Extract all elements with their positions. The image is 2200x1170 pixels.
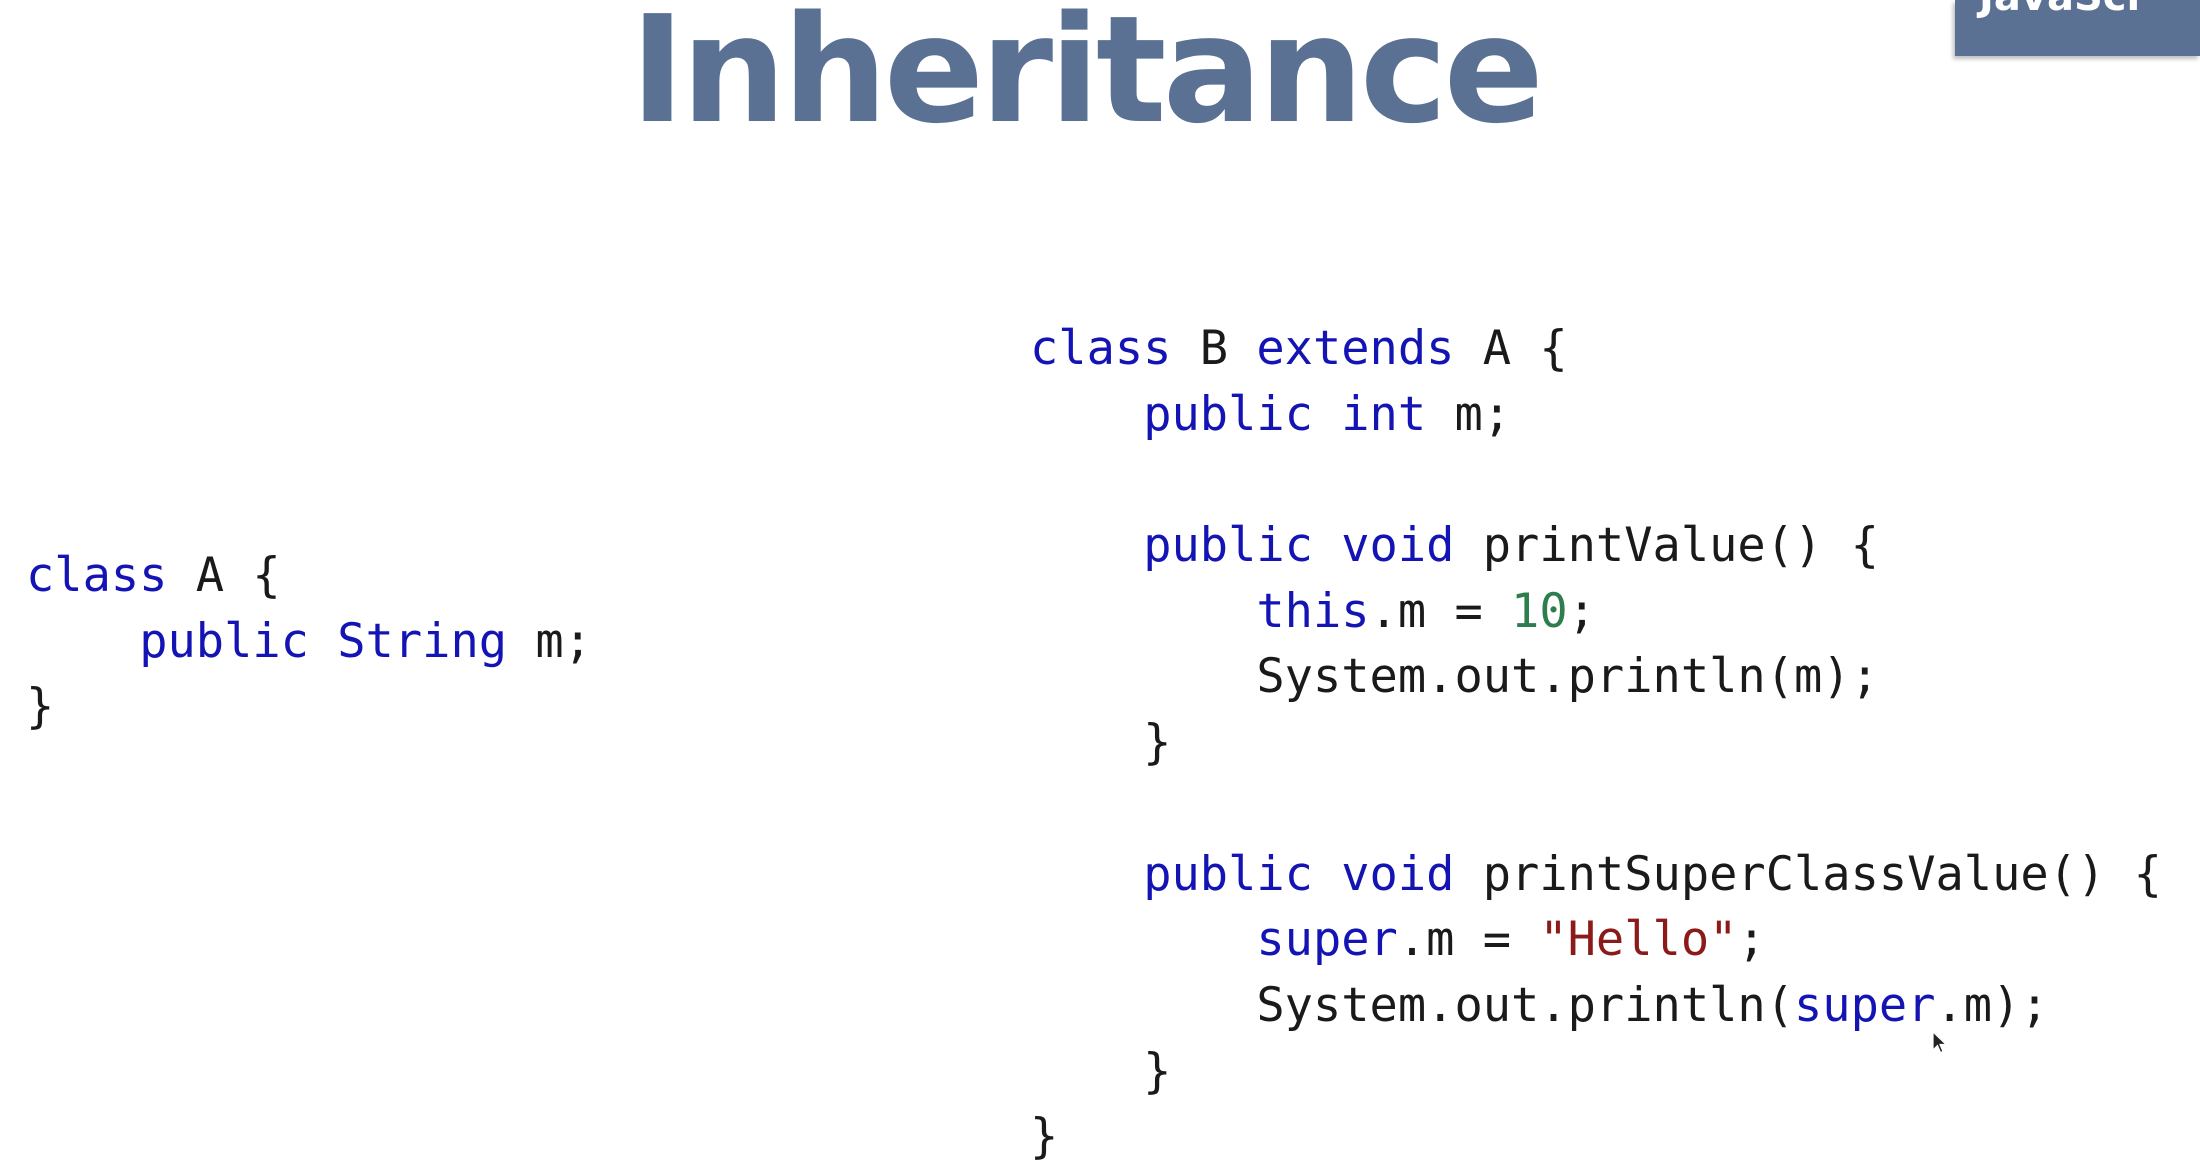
code-token: System.out.println( <box>1030 977 1795 1033</box>
code-token: m; <box>1426 386 1512 442</box>
code-keyword: super <box>1256 912 1398 968</box>
code-token: B <box>1171 321 1257 376</box>
code-token: m; <box>507 613 592 669</box>
code-token: printValue() { <box>1454 518 1879 574</box>
code-keyword: void <box>1341 518 1455 574</box>
code-string: "Hello" <box>1539 912 1738 968</box>
code-line: this.m = 10; <box>1030 579 2162 645</box>
code-keyword: class <box>26 548 168 603</box>
code-keyword: public <box>1143 518 1313 574</box>
code-keyword: public <box>1143 386 1313 442</box>
code-keyword: public <box>139 613 309 669</box>
code-keyword: void <box>1341 846 1455 902</box>
code-line: } <box>1030 1039 2162 1105</box>
code-line: class B extends A { <box>1030 316 2162 382</box>
code-keyword: this <box>1256 583 1370 639</box>
code-line: } <box>1030 710 2162 776</box>
code-token: } <box>1030 715 1172 771</box>
code-line: } <box>1030 1104 2162 1170</box>
slide-title: Inheritance <box>630 0 1544 156</box>
code-number: 10 <box>1511 583 1568 639</box>
code-line: public int m; <box>1030 382 2162 448</box>
code-line: public String m; <box>26 609 592 675</box>
code-line: super.m = "Hello"; <box>1030 907 2162 973</box>
corner-badge-label: JavaScr <box>1979 0 2146 20</box>
code-line: } <box>26 674 592 740</box>
code-token: } <box>1030 1043 1172 1099</box>
code-token: printSuperClassValue() { <box>1454 846 2162 902</box>
code-keyword: class <box>1030 321 1172 376</box>
code-block-class-a: class A { public String m;} <box>26 543 592 740</box>
code-token: } <box>1030 1109 1059 1165</box>
code-line: System.out.println(super.m); <box>1030 973 2162 1039</box>
code-token: .m = <box>1369 583 1512 639</box>
code-token: .m); <box>1935 977 2049 1033</box>
code-keyword: public <box>1143 846 1313 902</box>
code-token: } <box>26 679 55 735</box>
code-token: A { <box>167 548 281 603</box>
code-line: class A { <box>26 543 592 609</box>
code-line: public void printSuperClassValue() { <box>1030 842 2162 908</box>
code-keyword: extends <box>1256 321 1455 376</box>
code-token: System.out.println(m); <box>1030 649 1879 705</box>
code-token: A { <box>1454 321 1568 376</box>
code-token: ; <box>1737 912 1766 968</box>
mouse-pointer-icon <box>1932 1031 1948 1054</box>
code-token: ; <box>1567 583 1596 639</box>
code-keyword: super <box>1794 977 1936 1033</box>
code-token: .m = <box>1397 912 1540 968</box>
code-keyword: String <box>337 613 508 669</box>
code-block-class-b: class B extends A { public int m; public… <box>1030 316 2162 1170</box>
code-line: System.out.println(m); <box>1030 644 2162 710</box>
corner-badge: JavaScr <box>1955 0 2200 56</box>
code-line: public void printValue() { <box>1030 513 2162 579</box>
code-keyword: int <box>1341 386 1427 442</box>
